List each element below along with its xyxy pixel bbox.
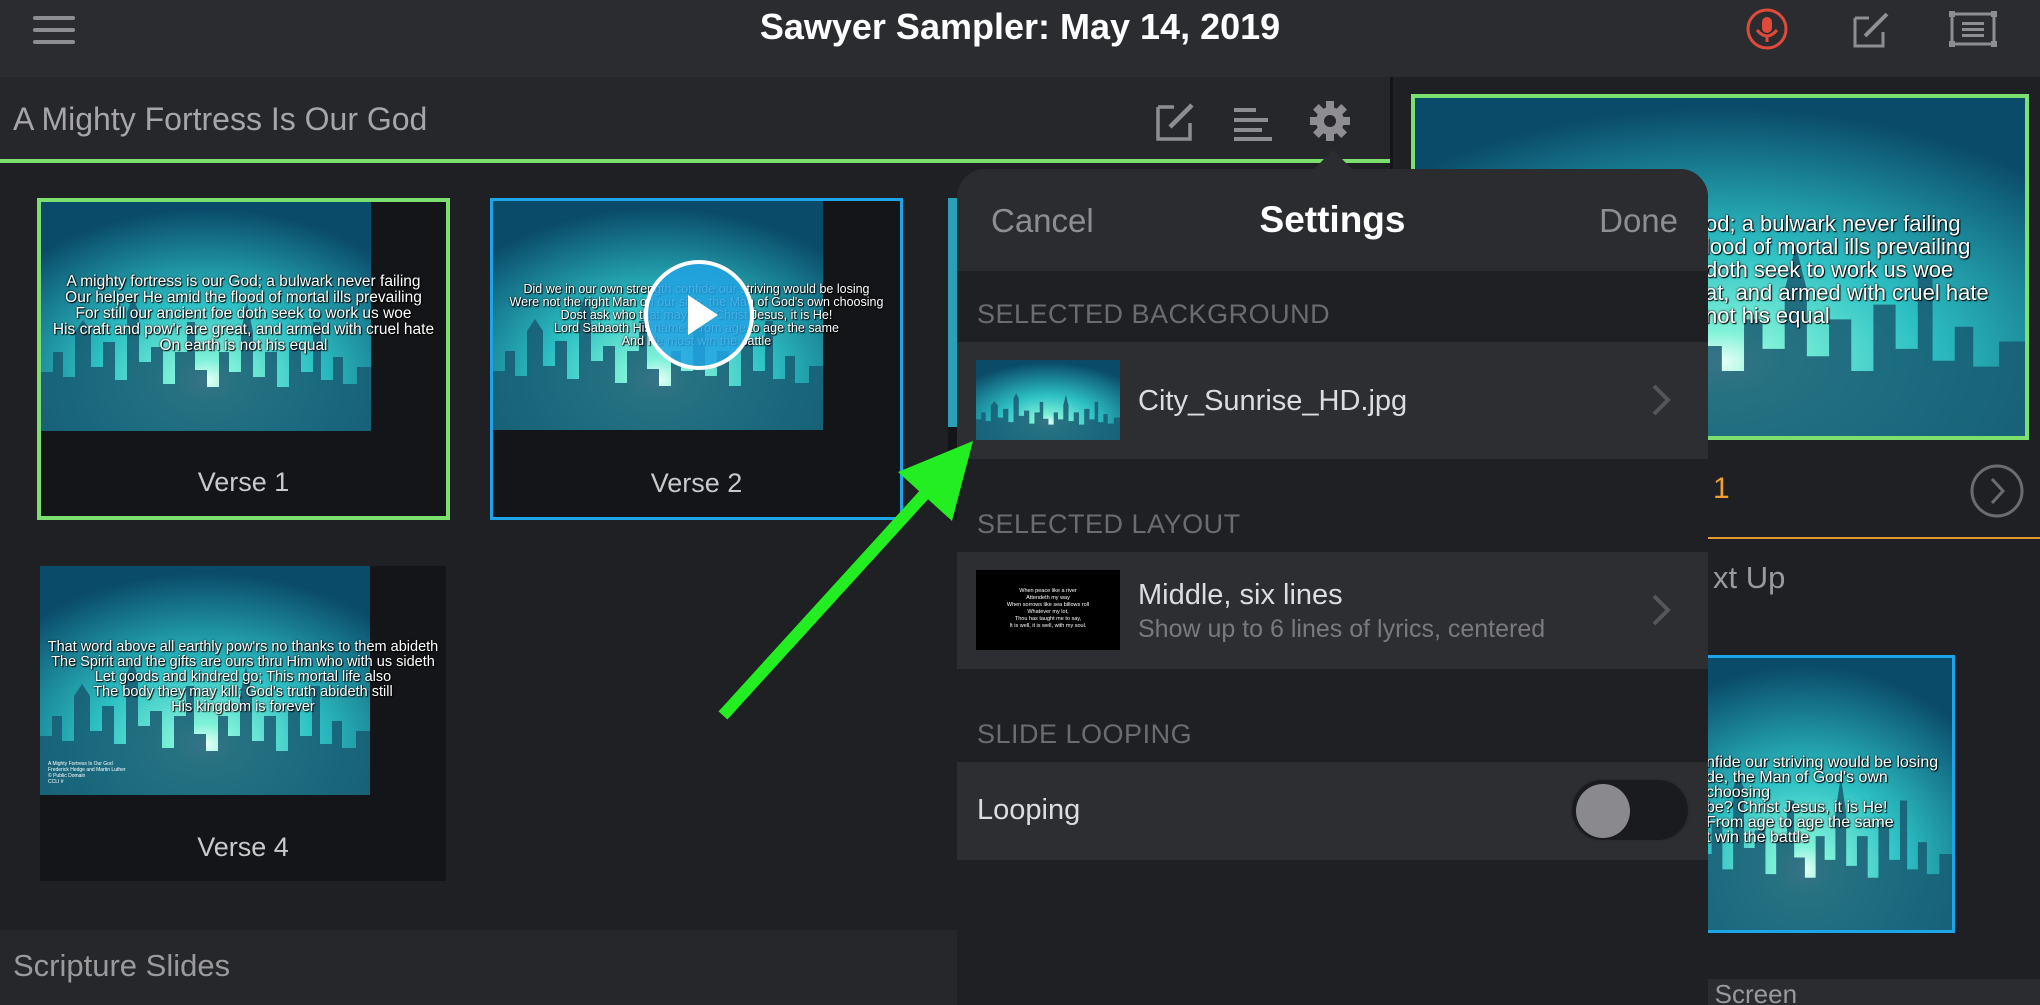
looping-row: Looping bbox=[957, 762, 1708, 860]
layout-row[interactable]: When peace like a river Attendeth my way W… bbox=[957, 552, 1708, 669]
layout-subtitle: Show up to 6 lines of lyrics, centered bbox=[1138, 615, 1546, 643]
slide-verse-4[interactable]: That word above all earthly pow'rs no th… bbox=[40, 566, 446, 881]
chevron-right-icon[interactable] bbox=[1969, 463, 2025, 519]
slide-lyrics: nfide our striving would be losing de, th… bbox=[1706, 754, 1939, 846]
display-icon[interactable] bbox=[1948, 6, 1998, 52]
section-header-background: SELECTED BACKGROUND bbox=[977, 299, 1331, 329]
slide-label: Verse 4 bbox=[197, 832, 289, 862]
align-icon[interactable] bbox=[1230, 99, 1274, 143]
gear-icon[interactable] bbox=[1308, 99, 1352, 143]
song-header[interactable]: A Mighty Fortress Is Our God bbox=[0, 77, 1390, 163]
next-up-label: xt Up bbox=[1713, 560, 1786, 595]
play-icon[interactable] bbox=[643, 259, 755, 371]
slide-lyrics: That word above all earthly pow'rs no th… bbox=[47, 639, 439, 715]
section-header-looping: SLIDE LOOPING bbox=[977, 719, 1193, 749]
top-bar: Sawyer Sampler: May 14, 2019 bbox=[0, 0, 2040, 77]
song-title: A Mighty Fortress Is Our God bbox=[13, 101, 428, 137]
settings-popover: Cancel Settings Done SELECTED BACKGROUND… bbox=[957, 169, 1708, 1005]
toggle-knob bbox=[1576, 784, 1630, 838]
microphone-icon[interactable] bbox=[1742, 6, 1792, 52]
slide-lyrics: od; a bulwark never failing lood of morta… bbox=[1705, 211, 1989, 328]
layout-thumbnail: When peace like a river Attendeth my way W… bbox=[976, 570, 1120, 650]
slide-lyrics: A mighty fortress is our God; a bulwark … bbox=[52, 273, 435, 354]
background-row[interactable]: City_Sunrise_HD.jpg bbox=[957, 342, 1708, 459]
popover-title: Settings bbox=[1259, 199, 1406, 240]
chevron-right-icon bbox=[1652, 384, 1671, 416]
layout-title: Middle, six lines bbox=[1138, 579, 1343, 611]
section-header-layout: SELECTED LAYOUT bbox=[977, 509, 1241, 539]
slide-verse-1[interactable]: A mighty fortress is our God; a bulwark … bbox=[37, 198, 450, 520]
slide-credit: A Mighty Fortress Is Our God Frederick He… bbox=[48, 761, 126, 785]
background-thumbnail bbox=[976, 360, 1120, 440]
presentation-title: Sawyer Sampler: May 14, 2019 bbox=[759, 6, 1281, 47]
popover-header: Cancel Settings Done bbox=[957, 169, 1708, 271]
slide-verse-2[interactable]: Did we in our own strength confide our s… bbox=[490, 198, 903, 520]
looping-toggle[interactable] bbox=[1570, 778, 1690, 842]
section-title: n Screen bbox=[1693, 979, 1798, 1005]
looping-label: Looping bbox=[977, 794, 1081, 826]
edit-icon[interactable] bbox=[1847, 6, 1897, 52]
chevron-right-icon bbox=[1652, 594, 1671, 626]
edit-icon[interactable] bbox=[1154, 99, 1198, 143]
slide-label: Verse 2 bbox=[650, 468, 743, 498]
background-filename: City_Sunrise_HD.jpg bbox=[1138, 385, 1408, 417]
section-title: Scripture Slides bbox=[13, 948, 231, 983]
done-button[interactable]: Done bbox=[1599, 202, 1678, 240]
slide-label: Verse 1 bbox=[197, 467, 290, 497]
